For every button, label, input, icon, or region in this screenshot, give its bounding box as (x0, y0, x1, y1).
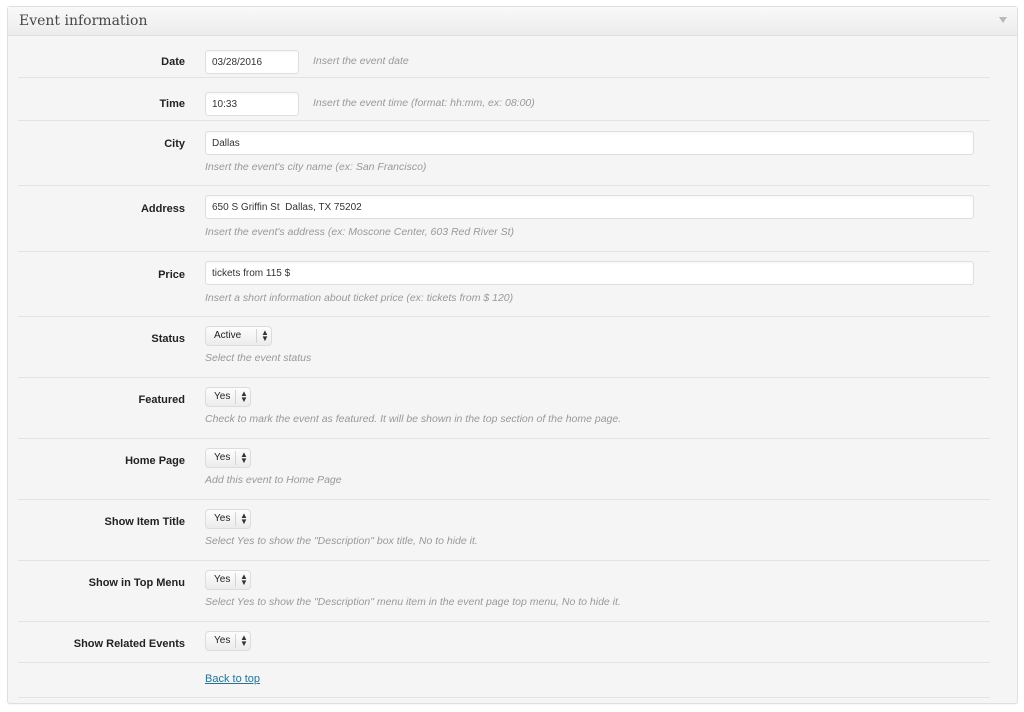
show-related-events-select[interactable]: Yes ▲ ▼ (205, 631, 251, 651)
featured-select[interactable]: Yes ▲ ▼ (205, 387, 251, 407)
row-show-item-title: Show Item Title Yes ▲ ▼ Select Yes to sho… (18, 500, 990, 561)
date-hint: Insert the event date (313, 55, 409, 67)
back-to-top-link[interactable]: Back to top (205, 673, 260, 685)
select-divider (235, 634, 236, 648)
show-in-top-menu-select[interactable]: Yes ▲ ▼ (205, 570, 251, 590)
row-time: Time Insert the event time (format: hh:m… (18, 78, 990, 121)
select-arrows-icon: ▲ ▼ (240, 633, 248, 648)
show-in-top-menu-hint: Select Yes to show the "Description" men… (205, 596, 621, 608)
show-in-top-menu-label: Show in Top Menu (88, 577, 185, 589)
featured-label: Featured (138, 394, 185, 406)
city-hint: Insert the event's city name (ex: San Fr… (205, 161, 427, 173)
triangle-down-icon[interactable] (999, 17, 1007, 23)
select-arrows-icon: ▲ ▼ (240, 389, 248, 404)
featured-select-value: Yes (214, 391, 231, 402)
address-label: Address (140, 203, 185, 215)
date-input[interactable] (205, 50, 299, 74)
row-status: Status Active ▲ ▼ Select the event status (18, 317, 990, 378)
time-input[interactable] (205, 92, 299, 116)
featured-hint: Check to mark the event as featured. It … (205, 413, 622, 425)
row-show-in-top-menu: Show in Top Menu Yes ▲ ▼ Select Yes to sh… (18, 561, 990, 622)
row-city: City Insert the event's city name (ex: S… (18, 121, 990, 186)
select-divider (235, 512, 236, 526)
show-item-title-hint: Select Yes to show the "Description" box… (205, 535, 478, 547)
status-hint: Select the event status (205, 352, 312, 364)
city-label: City (164, 138, 185, 150)
status-select[interactable]: Active ▲ ▼ (205, 326, 272, 346)
home-page-hint: Add this event to Home Page (205, 474, 342, 486)
show-item-title-select-value: Yes (214, 513, 231, 524)
home-page-select-value: Yes (214, 452, 231, 463)
panel-title: Event information (19, 13, 148, 29)
row-back-to-top: Back to top (18, 663, 990, 698)
select-divider (256, 329, 257, 343)
fields-list: Date Insert the event date Time Insert t… (18, 35, 990, 698)
show-in-top-menu-select-value: Yes (214, 574, 231, 585)
select-arrows-icon: ▲ ▼ (240, 572, 248, 587)
address-hint: Insert the event's address (ex: Moscone … (205, 226, 514, 238)
show-item-title-label: Show Item Title (104, 516, 185, 528)
row-show-related-events: Show Related Events Yes ▲ ▼ (18, 622, 990, 663)
select-arrows-icon: ▲ ▼ (240, 450, 248, 465)
status-label: Status (151, 333, 185, 345)
select-arrows-icon: ▲ ▼ (261, 328, 269, 343)
price-input[interactable] (205, 261, 974, 285)
date-label: Date (161, 56, 185, 68)
select-arrows-icon: ▲ ▼ (240, 511, 248, 526)
show-related-events-select-value: Yes (214, 635, 231, 646)
event-information-panel: Event information Date Insert the event … (7, 6, 1018, 704)
home-page-select[interactable]: Yes ▲ ▼ (205, 448, 251, 468)
row-address: Address Insert the event's address (ex: … (18, 186, 990, 252)
show-item-title-select[interactable]: Yes ▲ ▼ (205, 509, 251, 529)
city-input[interactable] (205, 131, 974, 155)
row-featured: Featured Yes ▲ ▼ Check to mark the event … (18, 378, 990, 439)
time-hint: Insert the event time (format: hh:mm, ex… (313, 97, 535, 109)
time-label: Time (159, 98, 185, 110)
row-home-page: Home Page Yes ▲ ▼ Add this event to Home … (18, 439, 990, 500)
price-label: Price (158, 269, 185, 281)
panel-header[interactable]: Event information (8, 7, 1017, 36)
home-page-label: Home Page (125, 455, 185, 467)
select-divider (235, 390, 236, 404)
price-hint: Insert a short information about ticket … (205, 292, 514, 304)
address-input[interactable] (205, 195, 974, 219)
select-divider (235, 451, 236, 465)
row-date: Date Insert the event date (18, 35, 990, 78)
status-select-value: Active (214, 330, 242, 341)
row-price: Price Insert a short information about t… (18, 252, 990, 317)
show-related-events-label: Show Related Events (73, 638, 185, 650)
select-divider (235, 573, 236, 587)
